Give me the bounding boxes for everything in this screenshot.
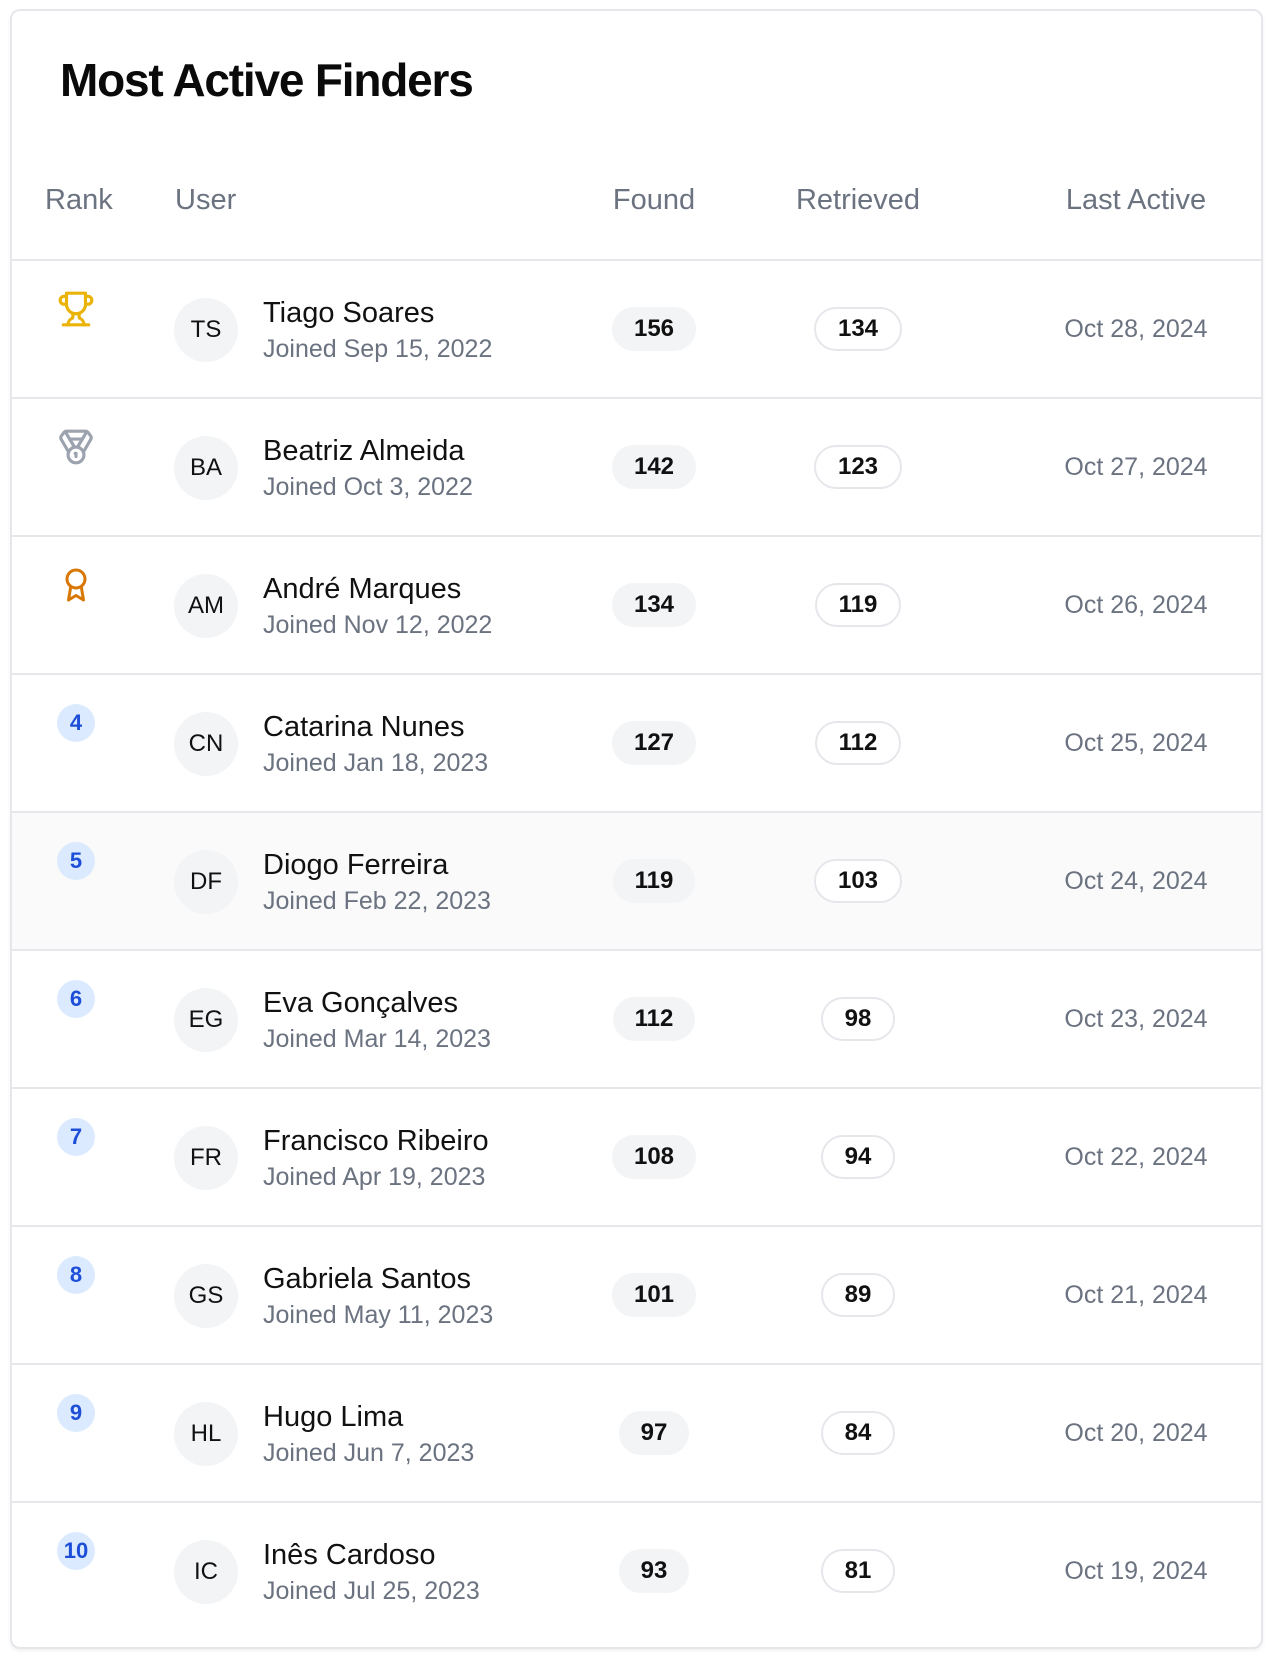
table-row[interactable]: 7 FR Francisco Ribeiro Joined Apr 19, 20… bbox=[12, 1089, 1261, 1227]
rank-badge: 4 bbox=[57, 704, 95, 742]
joined-date: Joined Sep 15, 2022 bbox=[263, 335, 493, 363]
medal-icon bbox=[56, 427, 96, 467]
found-count: 93 bbox=[618, 1549, 690, 1593]
found-count: 101 bbox=[611, 1273, 697, 1317]
rank-badge: 6 bbox=[57, 980, 95, 1018]
table-row[interactable]: 4 CN Catarina Nunes Joined Jan 18, 2023 … bbox=[12, 675, 1261, 813]
last-active-date: Oct 19, 2024 bbox=[1064, 1557, 1208, 1585]
avatar: BA bbox=[174, 436, 238, 500]
avatar: AM bbox=[174, 574, 238, 638]
table-row[interactable]: 9 HL Hugo Lima Joined Jun 7, 2023 97 84 … bbox=[12, 1365, 1261, 1503]
table-row[interactable]: TS Tiago Soares Joined Sep 15, 2022 156 … bbox=[12, 261, 1261, 399]
last-active-date: Oct 22, 2024 bbox=[1064, 1143, 1208, 1171]
joined-date: Joined Jan 18, 2023 bbox=[263, 749, 489, 777]
found-count: 108 bbox=[611, 1135, 697, 1179]
rank-badge: 10 bbox=[57, 1532, 95, 1570]
user-name: Beatriz Almeida bbox=[263, 435, 465, 467]
table-row[interactable]: BA Beatriz Almeida Joined Oct 3, 2022 14… bbox=[12, 399, 1261, 537]
found-count: 112 bbox=[612, 997, 696, 1041]
joined-date: Joined Nov 12, 2022 bbox=[263, 611, 493, 639]
rank-badge: 9 bbox=[57, 1394, 95, 1432]
table-row[interactable]: 5 DF Diogo Ferreira Joined Feb 22, 2023 … bbox=[12, 813, 1261, 951]
avatar: EG bbox=[174, 988, 238, 1052]
avatar: GS bbox=[174, 1264, 238, 1328]
user-name: Francisco Ribeiro bbox=[263, 1125, 489, 1157]
joined-date: Joined Apr 19, 2023 bbox=[263, 1163, 486, 1191]
user-name: Inês Cardoso bbox=[263, 1539, 436, 1571]
last-active-date: Oct 23, 2024 bbox=[1064, 1005, 1208, 1033]
retrieved-count: 119 bbox=[814, 583, 902, 627]
found-count: 127 bbox=[611, 721, 697, 765]
avatar: HL bbox=[174, 1402, 238, 1466]
user-name: Eva Gonçalves bbox=[263, 987, 459, 1019]
last-active-date: Oct 21, 2024 bbox=[1064, 1281, 1208, 1309]
table-row[interactable]: 6 EG Eva Gonçalves Joined Mar 14, 2023 1… bbox=[12, 951, 1261, 1089]
retrieved-count: 81 bbox=[820, 1549, 896, 1593]
rank-badge: 8 bbox=[57, 1256, 95, 1294]
user-name: Catarina Nunes bbox=[263, 711, 465, 743]
page-title: Most Active Finders bbox=[60, 54, 474, 106]
user-name: Hugo Lima bbox=[263, 1401, 404, 1433]
column-header-user: User bbox=[175, 184, 237, 216]
avatar: DF bbox=[174, 850, 238, 914]
rank-badge: 7 bbox=[57, 1118, 95, 1156]
retrieved-count: 98 bbox=[820, 997, 896, 1041]
retrieved-count: 84 bbox=[820, 1411, 896, 1455]
last-active-date: Oct 25, 2024 bbox=[1064, 729, 1208, 757]
rank-badge: 5 bbox=[57, 842, 95, 880]
retrieved-count: 94 bbox=[820, 1135, 896, 1179]
retrieved-count: 103 bbox=[813, 859, 903, 903]
retrieved-count: 134 bbox=[813, 307, 903, 351]
found-count: 156 bbox=[611, 307, 697, 351]
table-body: TS Tiago Soares Joined Sep 15, 2022 156 … bbox=[12, 261, 1261, 1641]
joined-date: Joined Jul 25, 2023 bbox=[263, 1577, 480, 1605]
user-name: André Marques bbox=[263, 573, 462, 605]
table-row[interactable]: 10 IC Inês Cardoso Joined Jul 25, 2023 9… bbox=[12, 1503, 1261, 1641]
found-count: 97 bbox=[618, 1411, 690, 1455]
last-active-date: Oct 26, 2024 bbox=[1064, 591, 1208, 619]
found-count: 134 bbox=[611, 583, 697, 627]
retrieved-count: 123 bbox=[813, 445, 903, 489]
table-row[interactable]: AM André Marques Joined Nov 12, 2022 134… bbox=[12, 537, 1261, 675]
award-icon bbox=[56, 565, 96, 605]
joined-date: Joined Jun 7, 2023 bbox=[263, 1439, 475, 1467]
joined-date: Joined Oct 3, 2022 bbox=[263, 473, 473, 501]
joined-date: Joined May 11, 2023 bbox=[263, 1301, 494, 1329]
joined-date: Joined Mar 14, 2023 bbox=[263, 1025, 491, 1053]
last-active-date: Oct 24, 2024 bbox=[1064, 867, 1208, 895]
avatar: IC bbox=[174, 1540, 238, 1604]
joined-date: Joined Feb 22, 2023 bbox=[263, 887, 491, 915]
trophy-icon bbox=[56, 289, 96, 329]
last-active-date: Oct 27, 2024 bbox=[1064, 453, 1208, 481]
last-active-date: Oct 20, 2024 bbox=[1064, 1419, 1208, 1447]
found-count: 142 bbox=[611, 445, 697, 489]
table-row[interactable]: 8 GS Gabriela Santos Joined May 11, 2023… bbox=[12, 1227, 1261, 1365]
leaderboard-card: Most Active Finders Rank User Found Retr… bbox=[10, 9, 1263, 1649]
user-name: Tiago Soares bbox=[263, 297, 435, 329]
avatar: CN bbox=[174, 712, 238, 776]
retrieved-count: 89 bbox=[820, 1273, 896, 1317]
user-name: Gabriela Santos bbox=[263, 1263, 471, 1295]
column-header-rank: Rank bbox=[45, 184, 113, 216]
avatar: TS bbox=[174, 298, 238, 362]
last-active-date: Oct 28, 2024 bbox=[1064, 315, 1208, 343]
avatar: FR bbox=[174, 1126, 238, 1190]
found-count: 119 bbox=[612, 859, 696, 903]
user-name: Diogo Ferreira bbox=[263, 849, 449, 881]
table-header: Rank User Found Retrieved Last Active bbox=[12, 151, 1261, 261]
retrieved-count: 112 bbox=[814, 721, 902, 765]
